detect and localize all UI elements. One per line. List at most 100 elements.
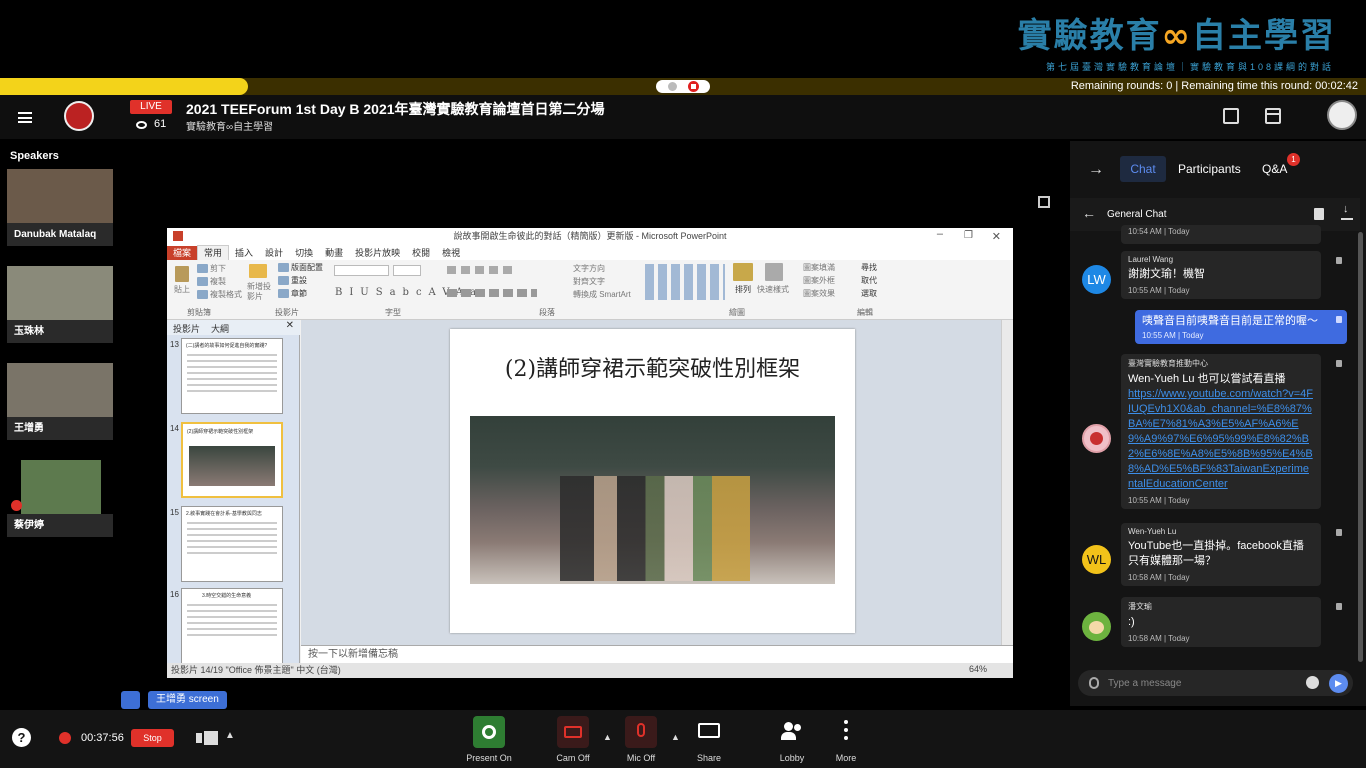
- group-label: 剪貼簿: [187, 308, 211, 317]
- attachment-icon[interactable]: [1089, 677, 1099, 689]
- tab-chat[interactable]: Chat: [1120, 156, 1166, 182]
- message-time: 10:58 AM | Today: [1128, 634, 1190, 643]
- message-text: :): [1128, 616, 1135, 628]
- thumb-title: (二)講者的故事如何促進自我的實踐?: [186, 343, 268, 349]
- delete-message-icon[interactable]: [1336, 529, 1342, 536]
- delete-message-icon[interactable]: [1336, 316, 1342, 323]
- shape-fill-label: 圖案填滿: [803, 263, 835, 272]
- chat-message: Wen-Yueh Lu YouTube也一直掛掉。facebook直播只有媒體那…: [1121, 523, 1321, 586]
- thumbnail-tabs: 投影片 大綱 ✕: [167, 320, 300, 335]
- pen-icon[interactable]: [668, 82, 677, 91]
- group-label: 編輯: [857, 308, 873, 317]
- avatar: LW: [1082, 265, 1111, 294]
- group-label: 繪圖: [729, 308, 745, 317]
- slide-thumb: 2.敘事實踐在會計系-基學教與同志: [181, 506, 283, 582]
- camera-off-icon: [557, 716, 589, 748]
- ppt-tab: 校閱: [412, 248, 431, 258]
- help-icon[interactable]: ?: [12, 728, 31, 747]
- quick-styles-icon: [765, 263, 783, 281]
- select-label: 選取: [861, 289, 877, 298]
- thumb-title: 2.敘事實踐在會計系-基學教與同志: [186, 511, 262, 517]
- speaker-tile[interactable]: 王增勇: [7, 363, 113, 440]
- delete-message-icon[interactable]: [1336, 257, 1342, 264]
- message-time: 10:54 AM | Today: [1128, 227, 1190, 236]
- user-avatar[interactable]: [1327, 100, 1357, 130]
- recording-controls[interactable]: [656, 80, 710, 93]
- arrange-icon: [733, 263, 753, 281]
- close-icon: ✕: [991, 231, 1001, 243]
- cut-icon: [197, 264, 208, 273]
- chat-message-own: 咦聲音目前咦聲音目前是正常的喔～ 10:55 AM | Today: [1135, 310, 1347, 344]
- thumb-number: 14: [170, 424, 179, 433]
- tab-qa[interactable]: Q&A: [1262, 162, 1287, 176]
- emoji-icon[interactable]: [1306, 676, 1319, 689]
- speaker-tile[interactable]: 玉珠林: [7, 266, 113, 343]
- download-icon[interactable]: [1341, 203, 1353, 220]
- align-icons: [447, 289, 537, 297]
- slide-group-photo: [470, 416, 835, 584]
- mic-button[interactable]: Mic Off: [609, 714, 673, 766]
- share-label: Share: [696, 753, 722, 763]
- screen-share-label: 王增勇 screen: [148, 691, 227, 709]
- speaker-tile[interactable]: Danubak Matalaq: [7, 169, 113, 246]
- clapperboard-icon[interactable]: [1223, 108, 1239, 124]
- message-sender: 潘文瑜: [1128, 602, 1152, 611]
- mic-off-icon: [625, 716, 657, 748]
- calendar-icon[interactable]: [1265, 108, 1281, 124]
- menu-icon[interactable]: [18, 112, 32, 123]
- round-timer-fill: [0, 78, 248, 95]
- find-label: 尋找: [861, 263, 877, 272]
- send-button[interactable]: ▶: [1329, 674, 1348, 693]
- thumb-number: 15: [170, 508, 179, 517]
- new-slide-icon: [249, 264, 267, 278]
- present-label: Present On: [466, 753, 512, 763]
- message-sender: 臺灣實驗教育推動中心: [1128, 359, 1208, 368]
- pin-icon[interactable]: [121, 691, 140, 709]
- stream-title: 2021 TEEForum 1st Day B 2021年臺灣實驗教育論壇首日第…: [186, 101, 605, 117]
- stop-recording-button[interactable]: Stop: [131, 729, 174, 747]
- collapse-panel-icon[interactable]: →: [1088, 161, 1104, 179]
- speaker-tile[interactable]: 蔡伊婷: [7, 460, 113, 537]
- chat-scrollbar[interactable]: [1358, 232, 1363, 662]
- tab-participants[interactable]: Participants: [1178, 162, 1241, 176]
- live-badge: LIVE: [130, 100, 172, 114]
- message-link[interactable]: https://www.youtube.com/watch?v=4FIUQEvh…: [1128, 387, 1314, 492]
- chat-title: General Chat: [1107, 209, 1167, 220]
- delete-message-icon[interactable]: [1336, 603, 1342, 610]
- copy-label: 複製: [210, 277, 226, 286]
- mic-muted-icon: [11, 500, 22, 511]
- camera-label: Cam Off: [556, 753, 590, 763]
- event-subtitle: 第七屆臺灣實驗教育論壇｜實驗教育與108課綱的對話: [1045, 62, 1334, 72]
- more-button[interactable]: More: [814, 714, 878, 766]
- present-button[interactable]: Present On: [457, 714, 521, 766]
- shared-screen: 說故事開啟生命彼此的對話（精簡版）更新版 - Microsoft PowerPo…: [167, 228, 1013, 678]
- speaker-name: Danubak Matalaq: [7, 223, 113, 246]
- tab-outline: 大綱: [211, 324, 230, 334]
- delete-message-icon[interactable]: [1336, 360, 1342, 367]
- people-icon: [776, 716, 808, 748]
- chevron-up-icon[interactable]: ▲: [225, 730, 235, 741]
- powerpoint-icon: [173, 231, 183, 241]
- paste-icon: [175, 266, 189, 282]
- camera-button[interactable]: Cam Off: [541, 714, 605, 766]
- group-label: 投影片: [275, 308, 299, 317]
- thumb-photo: [189, 446, 275, 486]
- trash-icon[interactable]: [1314, 208, 1324, 220]
- reset-icon: [278, 276, 289, 285]
- share-button[interactable]: Share: [677, 714, 741, 766]
- speaker-video: [7, 169, 113, 223]
- viewer-count: 61: [154, 118, 167, 130]
- fullscreen-icon[interactable]: [1038, 196, 1050, 208]
- format-painter-icon: [197, 290, 208, 299]
- logo-text-right: 自主學習: [1192, 16, 1336, 56]
- slide-thumbnails-pane: 投影片 大綱 ✕ 13 (二)講者的故事如何促進自我的實踐? 14 (2)講師穿…: [167, 320, 300, 664]
- list-icons: [447, 266, 517, 274]
- message-input[interactable]: [1108, 672, 1298, 694]
- shapes-gallery: [645, 264, 725, 300]
- back-arrow-icon[interactable]: ←: [1082, 205, 1096, 221]
- stop-record-icon[interactable]: [688, 81, 699, 92]
- ppt-tab: 檢視: [442, 248, 461, 258]
- speaker-video: [7, 460, 113, 514]
- speaker-video: [7, 266, 113, 320]
- layout-icon[interactable]: [196, 731, 222, 745]
